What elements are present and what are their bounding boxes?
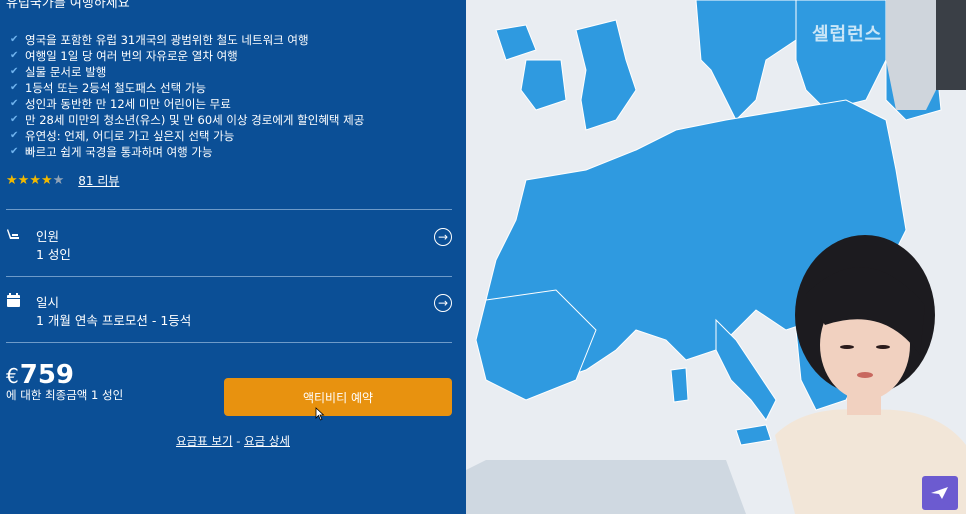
rating: ★★★★★ 81 리뷰 bbox=[6, 172, 119, 189]
reviews-link[interactable]: 81 리뷰 bbox=[78, 172, 119, 189]
check-icon: ✔ bbox=[10, 50, 19, 61]
fare-table-link[interactable]: 요금표 보기 bbox=[176, 434, 233, 448]
price-block: €759 에 대한 최종금액 1 성인 bbox=[6, 360, 136, 402]
date-label: 일시 bbox=[36, 295, 60, 310]
star-icon: ★ bbox=[52, 173, 65, 188]
divider bbox=[6, 209, 452, 210]
divider bbox=[6, 342, 452, 343]
plane-icon bbox=[931, 487, 948, 499]
feature-text: 성인과 동반한 만 12세 미만 어린이는 무료 bbox=[25, 97, 231, 111]
feature-text: 유연성: 언제, 어디로 가고 싶은지 선택 가능 bbox=[25, 129, 235, 143]
feature-item: ✔ 성인과 동반한 만 12세 미만 어린이는 무료 bbox=[10, 96, 364, 112]
calendar-icon bbox=[6, 292, 22, 308]
fare-details-link[interactable]: 요금 상세 bbox=[244, 434, 290, 448]
feature-text: 여행일 1일 당 여러 번의 자유로운 열차 여행 bbox=[25, 49, 238, 63]
feature-text: 실물 문서로 발행 bbox=[25, 65, 107, 79]
feature-text: 영국을 포함한 유럽 31개국의 광범위한 철도 네트워크 여행 bbox=[25, 33, 309, 47]
star-icon: ★ bbox=[6, 173, 18, 188]
feature-item: ✔ 여행일 1일 당 여러 번의 자유로운 열차 여행 bbox=[10, 48, 364, 64]
rating-stars: ★★★★★ bbox=[6, 173, 64, 188]
travelers-value: 1 성인 bbox=[36, 247, 71, 262]
book-activity-button[interactable]: 액티비티 예약 bbox=[224, 378, 452, 416]
arrow-right-icon[interactable]: → bbox=[434, 228, 452, 246]
travelers-selector[interactable]: 인원 1 성인 → bbox=[6, 226, 452, 286]
feature-item: ✔ 영국을 포함한 유럽 31개국의 광범위한 철도 네트워크 여행 bbox=[10, 32, 364, 48]
check-icon: ✔ bbox=[10, 146, 19, 157]
feature-item: ✔ 빠르고 쉽게 국경을 통과하며 여행 가능 bbox=[10, 144, 364, 160]
star-icon: ★ bbox=[29, 173, 41, 188]
check-icon: ✔ bbox=[10, 114, 19, 125]
feature-item: ✔ 실물 문서로 발행 bbox=[10, 64, 364, 80]
price-amount: 759 bbox=[19, 360, 75, 390]
check-icon: ✔ bbox=[10, 98, 19, 109]
feature-item: ✔ 만 28세 미만의 청소년(유스) 및 만 60세 이상 경로에게 할인혜택 … bbox=[10, 112, 364, 128]
check-icon: ✔ bbox=[10, 66, 19, 77]
star-icon: ★ bbox=[17, 173, 30, 188]
channel-watermark: 셀럽런스 bbox=[812, 24, 883, 45]
price-description: 에 대한 최종금액 1 성인 bbox=[6, 388, 124, 402]
travelers-label: 인원 bbox=[36, 229, 60, 244]
feature-list: ✔ 영국을 포함한 유럽 31개국의 광범위한 철도 네트워크 여행 ✔ 여행일 1일… bbox=[10, 32, 364, 160]
price-currency: € bbox=[6, 364, 19, 388]
arrow-right-icon[interactable]: → bbox=[434, 294, 452, 312]
star-icon: ★ bbox=[40, 173, 53, 188]
date-selector[interactable]: 일시 1 개월 연속 프로모션 - 1등석 → bbox=[6, 292, 452, 352]
intro-text: 유럽국가를 여행하세요 bbox=[6, 0, 130, 11]
check-icon: ✔ bbox=[10, 130, 19, 141]
link-separator: - bbox=[232, 434, 245, 448]
feature-text: 1등석 또는 2등석 철도패스 선택 가능 bbox=[25, 81, 207, 95]
check-icon: ✔ bbox=[10, 34, 19, 45]
fare-links: 요금표 보기 - 요금 상세 bbox=[0, 433, 466, 449]
feature-text: 만 28세 미만의 청소년(유스) 및 만 60세 이상 경로에게 할인혜택 제… bbox=[25, 113, 365, 127]
feature-item: ✔ 유연성: 언제, 어디로 가고 싶은지 선택 가능 bbox=[10, 128, 364, 144]
seat-icon bbox=[6, 226, 22, 242]
check-icon: ✔ bbox=[10, 82, 19, 93]
channel-logo-button[interactable] bbox=[922, 476, 958, 510]
booking-panel: 유럽국가를 여행하세요 ✔ 영국을 포함한 유럽 31개국의 광범위한 철도 네트… bbox=[0, 0, 466, 514]
date-value: 1 개월 연속 프로모션 - 1등석 bbox=[36, 313, 192, 328]
presenter-video-overlay bbox=[775, 235, 966, 514]
divider bbox=[6, 276, 452, 277]
mouse-cursor-icon bbox=[315, 407, 325, 421]
feature-item: ✔ 1등석 또는 2등석 철도패스 선택 가능 bbox=[10, 80, 364, 96]
feature-text: 빠르고 쉽게 국경을 통과하며 여행 가능 bbox=[25, 145, 213, 159]
